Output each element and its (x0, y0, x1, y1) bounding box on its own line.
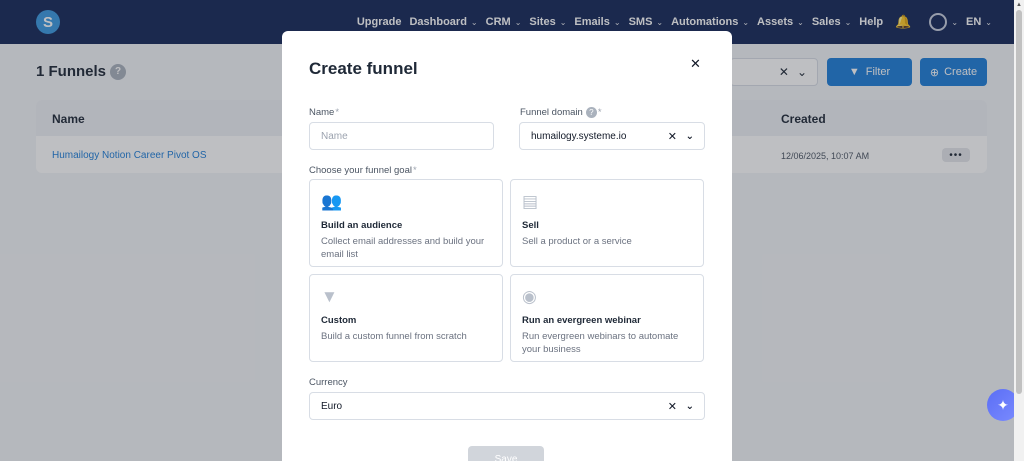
required-marker: * (597, 107, 602, 119)
goal-title: Run an evergreen webinar (522, 315, 641, 326)
scrollbar-thumb[interactable] (1016, 10, 1022, 394)
save-button[interactable]: Save (468, 446, 544, 461)
goal-label-text: Choose your funnel goal (309, 165, 412, 176)
funnel-goal-label: Choose your funnel goal* (309, 165, 417, 176)
close-icon[interactable]: ✕ (690, 56, 701, 72)
funnel-domain-label: Funnel domain? * (520, 107, 602, 118)
name-label: Name* (309, 107, 339, 118)
currency-value: Euro (321, 400, 343, 412)
goal-card-custom[interactable]: ▼ Custom Build a custom funnel from scra… (309, 274, 503, 362)
chevron-down-icon[interactable]: ⌄ (686, 401, 694, 412)
sparkle-icon: ✦ (997, 396, 1009, 413)
goal-card-audience[interactable]: 👥 Build an audience Collect email addres… (309, 179, 503, 267)
scroll-up-arrow-icon[interactable]: ▲ (1016, 2, 1022, 8)
goal-description: Sell a product or a service (522, 236, 632, 247)
required-marker: * (335, 107, 340, 118)
domain-label-text: Funnel domain (520, 107, 583, 119)
clear-icon[interactable]: ✕ (668, 130, 677, 143)
name-input[interactable] (309, 122, 494, 150)
webinar-icon: ◉ (522, 287, 537, 306)
funnel-icon: ▼ (321, 287, 338, 306)
goal-description: Collect email addresses and build your e… (321, 236, 485, 260)
create-funnel-modal: Create funnel ✕ Name* Funnel domain?* hu… (282, 31, 732, 461)
chevron-down-icon[interactable]: ⌄ (686, 131, 694, 142)
store-icon: ▤ (522, 192, 539, 211)
name-label-text: Name (309, 107, 335, 118)
domain-value: humailogy.systeme.io (531, 130, 627, 142)
goal-title: Build an audience (321, 220, 403, 231)
audience-icon: 👥 (321, 192, 343, 211)
goal-description: Run evergreen webinars to automate your … (522, 331, 679, 355)
required-marker: * (413, 165, 417, 176)
modal-title: Create funnel (309, 59, 418, 78)
funnel-domain-select[interactable]: humailogy.systeme.io ✕ ⌄ (519, 122, 705, 150)
clear-icon[interactable]: ✕ (668, 400, 677, 413)
goal-description: Build a custom funnel from scratch (321, 331, 467, 342)
goal-title: Custom (321, 315, 357, 326)
goal-card-webinar[interactable]: ◉ Run an evergreen webinar Run evergreen… (510, 274, 704, 362)
goal-card-sell[interactable]: ▤ Sell Sell a product or a service (510, 179, 704, 267)
currency-label: Currency (309, 377, 348, 388)
currency-select[interactable]: Euro ✕ ⌄ (309, 392, 705, 420)
help-icon[interactable]: ? (585, 107, 597, 118)
goal-title: Sell (522, 220, 539, 231)
page-scrollbar[interactable]: ▲ (1014, 0, 1024, 461)
